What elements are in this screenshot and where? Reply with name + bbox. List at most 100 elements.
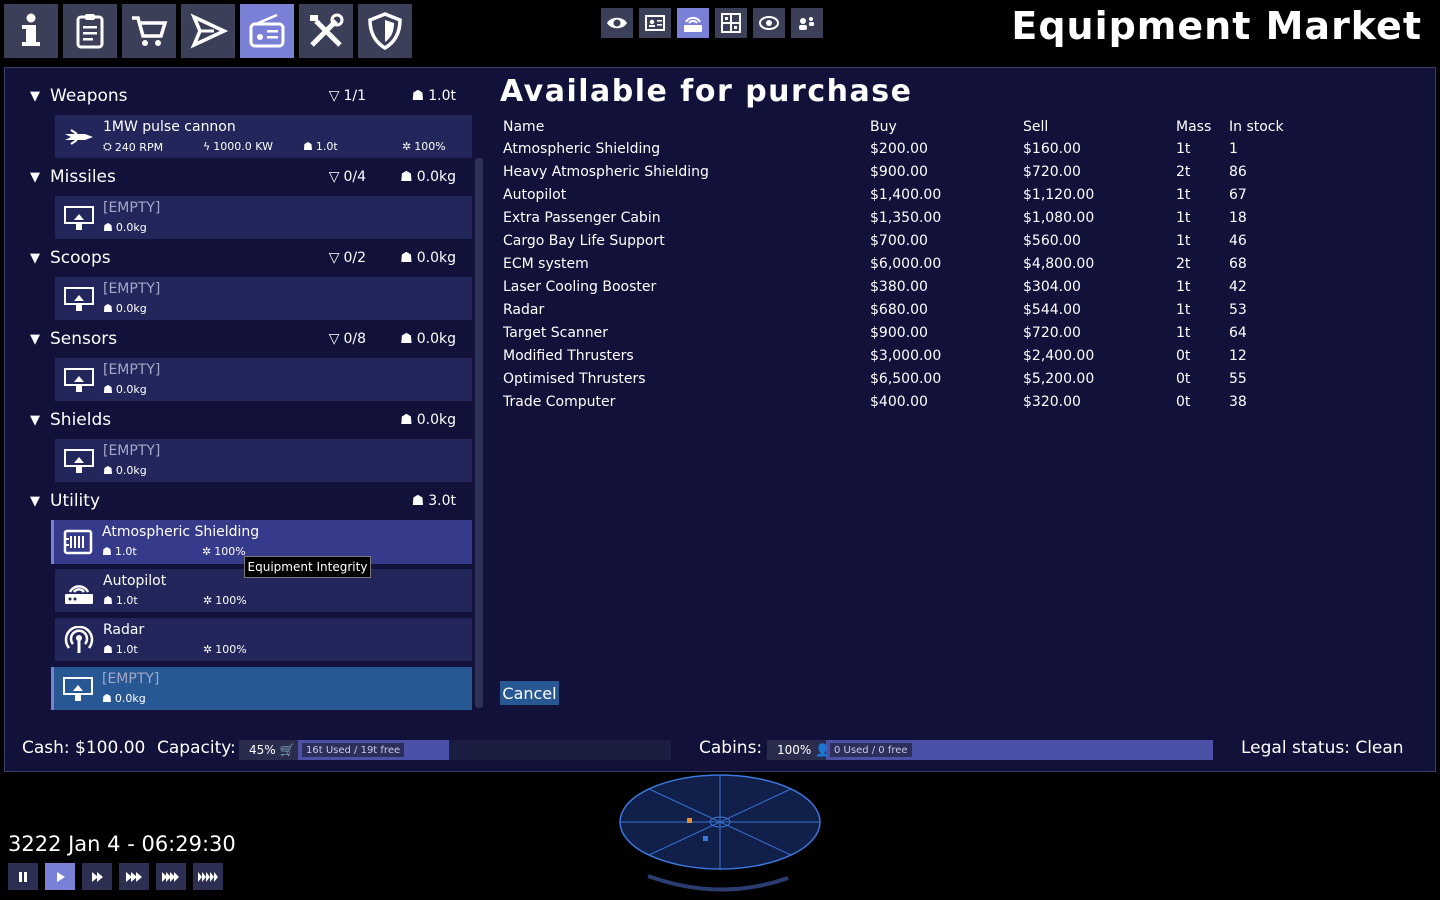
crew-view-button[interactable] [791, 8, 823, 38]
cell-buy: $200.00 [870, 140, 928, 157]
cell-name: Atmospheric Shielding [503, 140, 661, 157]
power-icon: ϟ [203, 140, 211, 153]
equipment-view-button[interactable] [677, 8, 709, 38]
cabins-label: Cabins: [699, 738, 763, 758]
play-button[interactable] [45, 863, 75, 890]
group-scoops[interactable]: ▼ Scoops ▽ 0/2 ☗ 0.0kg [22, 245, 474, 271]
collapse-icon: ▼ [30, 493, 40, 509]
group-slots: ▽ 0/4 [328, 169, 366, 185]
slot-empty-scoop[interactable]: [EMPTY] ☗ 0.0kg [55, 277, 472, 320]
col-buy[interactable]: Buy [867, 116, 1020, 137]
cell-stock: 38 [1229, 393, 1247, 410]
radar-scanner[interactable] [618, 770, 824, 895]
cell-sell: $1,120.00 [1023, 186, 1095, 203]
group-mass: ☗ 0.0kg [400, 169, 456, 185]
cell-mass: 2t [1176, 255, 1191, 272]
group-mass: ☗ 0.0kg [400, 412, 456, 428]
table-row[interactable]: Autopilot $1,400.00 $1,120.00 1t 67 [500, 183, 1306, 206]
cell-stock: 46 [1229, 232, 1247, 249]
slot-empty-utility[interactable]: [EMPTY] ☗ 0.0kg [51, 667, 472, 710]
cell-buy: $6,000.00 [870, 255, 942, 272]
table-row[interactable]: Target Scanner $900.00 $720.00 1t 64 [500, 321, 1306, 344]
cabins-text: 0 Used / 0 free [830, 743, 912, 757]
cancel-button[interactable]: Cancel [500, 681, 559, 705]
missions-button[interactable] [63, 4, 117, 58]
cell-sell: $560.00 [1023, 232, 1081, 249]
table-row[interactable]: Radar $680.00 $544.00 1t 53 [500, 298, 1306, 321]
col-sell[interactable]: Sell [1020, 116, 1173, 137]
scrollbar-thumb[interactable] [475, 158, 483, 708]
table-row[interactable]: Atmospheric Shielding $200.00 $160.00 1t 1 [500, 137, 1306, 160]
speed-4-button[interactable] [193, 863, 223, 890]
slots-icon: ▽ [328, 250, 340, 266]
slot-empty-sensor[interactable]: [EMPTY] ☗ 0.0kg [55, 358, 472, 401]
fast-4-icon [198, 871, 218, 882]
cell-sell: $304.00 [1023, 278, 1081, 295]
fast-1-icon [92, 871, 103, 882]
market-button[interactable] [122, 4, 176, 58]
speed-2-button[interactable] [119, 863, 149, 890]
table-row[interactable]: ECM system $6,000.00 $4,800.00 2t 68 [500, 252, 1306, 275]
market-title: Available for purchase [500, 74, 913, 109]
shield-icon [368, 12, 402, 51]
repair-button[interactable] [299, 4, 353, 58]
market-table: Name Buy Sell Mass In stock Atmospheric … [500, 116, 1306, 413]
col-mass[interactable]: Mass [1173, 116, 1226, 137]
collapse-icon: ▼ [30, 250, 40, 266]
hull-view-button[interactable] [715, 8, 747, 38]
legal-status: Legal status: Clean [1241, 738, 1404, 758]
shipyard-button[interactable] [181, 4, 235, 58]
integrity-icon: ✲ [203, 594, 213, 607]
cell-buy: $380.00 [870, 278, 928, 295]
crew-icon [799, 17, 814, 30]
group-utility[interactable]: ▼ Utility ☗ 3.0t [22, 488, 474, 514]
slot-name: [EMPTY] [102, 671, 160, 687]
group-sensors[interactable]: ▼ Sensors ▽ 0/8 ☗ 0.0kg [22, 326, 474, 352]
table-row[interactable]: Modified Thrusters $3,000.00 $2,400.00 0t 12 [500, 344, 1306, 367]
slots-icon: ▽ [328, 331, 340, 347]
view-button[interactable] [601, 8, 633, 38]
weight-icon: ☗ [303, 140, 313, 153]
col-name[interactable]: Name [500, 116, 867, 137]
equipment-button[interactable] [240, 4, 294, 58]
group-shields[interactable]: ▼ Shields ☗ 0.0kg [22, 407, 474, 433]
table-row[interactable]: Extra Passenger Cabin $1,350.00 $1,080.00 1… [500, 206, 1306, 229]
group-weapons[interactable]: ▼ Weapons ▽ 1/1 ☗ 1.0t [22, 83, 474, 109]
autopilot-icon [65, 585, 93, 604]
orbit-view-button[interactable] [753, 8, 785, 38]
group-missiles[interactable]: ▼ Missiles ▽ 0/4 ☗ 0.0kg [22, 164, 474, 190]
slot-radar[interactable]: Radar ☗ 1.0t ✲ 100% [55, 618, 472, 661]
slot-pulse-cannon[interactable]: 1MW pulse cannon ⛭ 240 RPM ϟ 1000.0 KW ☗ 1.… [55, 115, 472, 158]
table-row[interactable]: Laser Cooling Booster $380.00 $304.00 1t 42 [500, 275, 1306, 298]
table-row[interactable]: Trade Computer $400.00 $320.00 0t 38 [500, 390, 1306, 413]
table-row[interactable]: Cargo Bay Life Support $700.00 $560.00 1t 46 [500, 229, 1306, 252]
collapse-icon: ▼ [30, 88, 40, 104]
col-stock[interactable]: In stock [1226, 116, 1306, 137]
cell-name: Extra Passenger Cabin [503, 209, 661, 226]
table-row[interactable]: Heavy Atmospheric Shielding $900.00 $720.0… [500, 160, 1306, 183]
cell-mass: 1t [1176, 186, 1191, 203]
group-name: Utility [50, 491, 101, 511]
eye-icon [607, 17, 627, 29]
cell-sell: $160.00 [1023, 140, 1081, 157]
weight-icon: ☗ [103, 383, 113, 396]
pause-icon [19, 871, 27, 882]
pause-button[interactable] [8, 863, 38, 890]
cell-name: Modified Thrusters [503, 347, 634, 364]
slot-empty-shield[interactable]: [EMPTY] ☗ 0.0kg [55, 439, 472, 482]
time-controls [8, 863, 223, 890]
cell-mass: 0t [1176, 347, 1191, 364]
speed-1-button[interactable] [82, 863, 112, 890]
speed-3-button[interactable] [156, 863, 186, 890]
personal-info-button[interactable] [639, 8, 671, 38]
slot-name: 1MW pulse cannon [103, 119, 236, 135]
cell-name: Laser Cooling Booster [503, 278, 657, 295]
atmospheric-shielding-icon [63, 529, 93, 555]
cell-mass: 0t [1176, 393, 1191, 410]
screen-title: Equipment Market [1011, 4, 1422, 48]
slot-empty-missile[interactable]: [EMPTY] ☗ 0.0kg [55, 196, 472, 239]
police-button[interactable] [358, 4, 412, 58]
table-row[interactable]: Optimised Thrusters $6,500.00 $5,200.00 0t 5… [500, 367, 1306, 390]
group-mass: ☗ 1.0t [411, 88, 456, 104]
info-button[interactable] [4, 4, 58, 58]
